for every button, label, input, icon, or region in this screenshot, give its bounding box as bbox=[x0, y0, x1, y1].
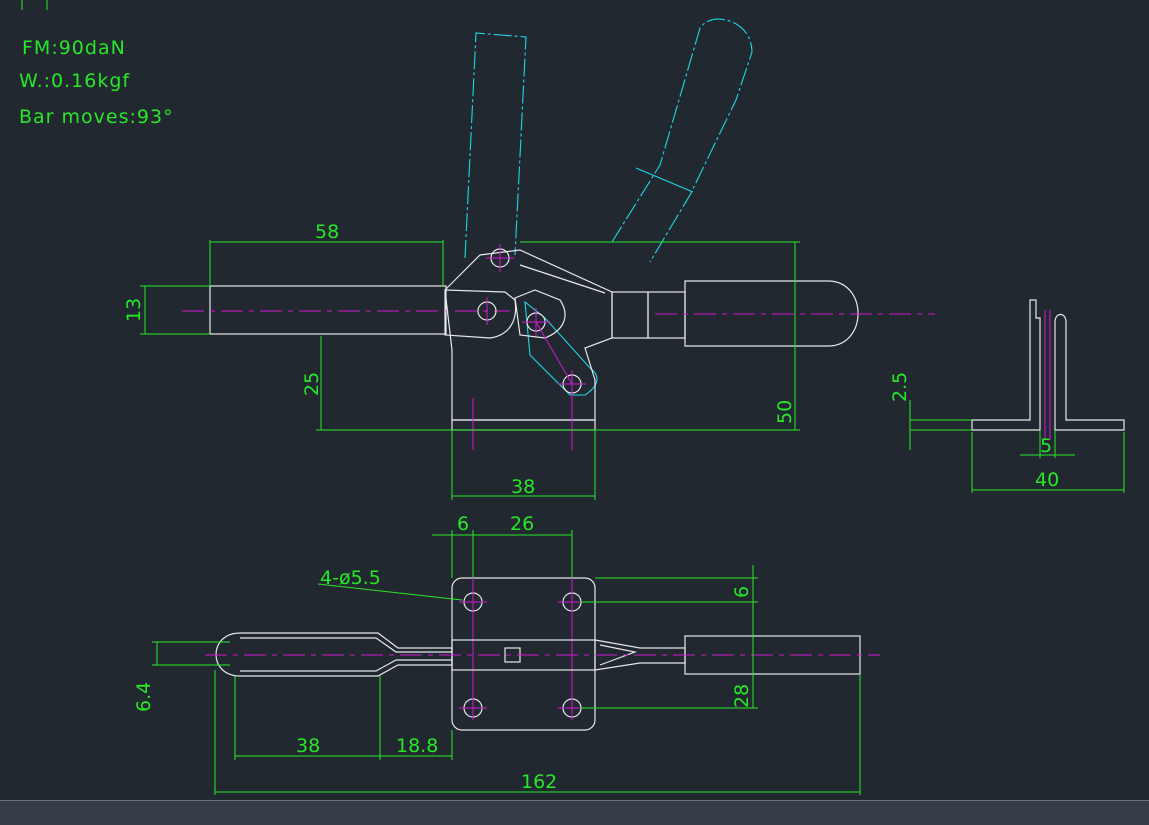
dim-13 bbox=[140, 285, 210, 335]
dim-6-top-label: 6 bbox=[457, 513, 469, 535]
dim-28-label: 28 bbox=[731, 684, 753, 708]
dim-18-8-label: 18.8 bbox=[396, 735, 438, 757]
dim-2-5-label: 2.5 bbox=[889, 372, 911, 402]
dim-50-label: 50 bbox=[774, 400, 796, 424]
end-view-profile bbox=[971, 299, 1041, 431]
dim-40-label: 40 bbox=[1035, 469, 1059, 491]
end-view bbox=[909, 299, 1125, 493]
status-bar bbox=[0, 800, 1149, 825]
dim-162-label: 162 bbox=[521, 771, 557, 793]
top-view bbox=[152, 530, 880, 795]
holes-callout: 4-ø5.5 bbox=[320, 567, 381, 589]
weight-note: W.:0.16kgf bbox=[19, 70, 130, 92]
dim-5-label: 5 bbox=[1040, 435, 1052, 457]
dim-58-label: 58 bbox=[315, 221, 339, 243]
side-view: 58 13 25 50 38 bbox=[123, 18, 935, 500]
dim-25-label: 25 bbox=[301, 372, 323, 396]
dim-58 bbox=[209, 240, 800, 286]
dim-13-label: 13 bbox=[123, 298, 145, 322]
force-note: FM:90daN bbox=[22, 37, 126, 59]
top-mounting-holes bbox=[459, 530, 586, 720]
dim-6-right-label: 6 bbox=[731, 586, 753, 598]
drawing-canvas[interactable]: FM:90daN W.:0.16kgf Bar moves:93° 58 13 … bbox=[0, 0, 1149, 824]
side-handle-bar bbox=[209, 285, 447, 335]
bar-moves-note: Bar moves:93° bbox=[19, 106, 174, 128]
corner-marks bbox=[21, 0, 48, 10]
dim-6-4-label: 6.4 bbox=[133, 682, 155, 712]
dim-26-label: 26 bbox=[510, 513, 534, 535]
phantom-handles bbox=[464, 18, 753, 396]
dim-38-top-label: 38 bbox=[296, 735, 320, 757]
dim-38-side-label: 38 bbox=[511, 476, 535, 498]
